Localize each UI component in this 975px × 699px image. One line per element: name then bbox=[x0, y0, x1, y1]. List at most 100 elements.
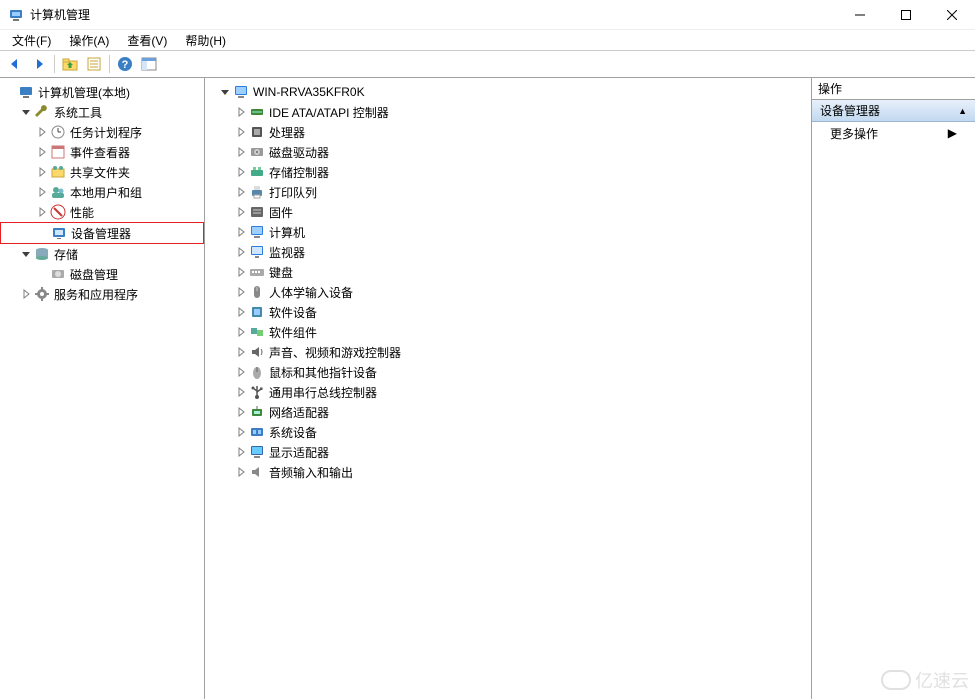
title-bar: 计算机管理 bbox=[0, 0, 975, 30]
tree-item-computer-mgmt[interactable]: 计算机管理(本地) bbox=[0, 82, 204, 102]
tree-item-audio-io[interactable]: 音频输入和输出 bbox=[205, 462, 811, 482]
chevron-right-icon[interactable] bbox=[233, 464, 249, 480]
tree-item-network[interactable]: 网络适配器 bbox=[205, 402, 811, 422]
tree-item-storage-ctl[interactable]: 存储控制器 bbox=[205, 162, 811, 182]
chevron-right-icon[interactable] bbox=[233, 124, 249, 140]
chevron-right-icon[interactable] bbox=[233, 144, 249, 160]
tree-item-label: 本地用户和组 bbox=[70, 184, 148, 201]
actions-section[interactable]: 设备管理器 ▲ bbox=[812, 100, 975, 122]
chevron-right-icon[interactable] bbox=[233, 304, 249, 320]
services-icon bbox=[34, 286, 50, 302]
tree-item-cpu[interactable]: 处理器 bbox=[205, 122, 811, 142]
nav-tree[interactable]: 计算机管理(本地) 系统工具任务计划程序事件查看器共享文件夹本地用户和组性能设备管… bbox=[0, 78, 205, 699]
menu-action[interactable]: 操作(A) bbox=[61, 30, 117, 51]
chevron-right-icon[interactable] bbox=[233, 344, 249, 360]
chevron-right-icon[interactable] bbox=[233, 104, 249, 120]
chevron-right-icon[interactable] bbox=[18, 286, 34, 302]
usb-icon bbox=[249, 384, 265, 400]
tree-item-perf[interactable]: 性能 bbox=[0, 202, 204, 222]
tree-item-hid[interactable]: 人体学输入设备 bbox=[205, 282, 811, 302]
close-button[interactable] bbox=[929, 0, 975, 30]
maximize-button[interactable] bbox=[883, 0, 929, 30]
chevron-right-icon[interactable] bbox=[233, 244, 249, 260]
chevron-right-icon[interactable] bbox=[34, 204, 50, 220]
device-icon bbox=[51, 225, 67, 241]
tree-item-storage[interactable]: 存储 bbox=[0, 244, 204, 264]
network-icon bbox=[249, 404, 265, 420]
tree-item-sw-comp[interactable]: 软件组件 bbox=[205, 322, 811, 342]
minimize-button[interactable] bbox=[837, 0, 883, 30]
window-title: 计算机管理 bbox=[30, 6, 837, 23]
show-pane-button[interactable] bbox=[138, 53, 160, 75]
clock-icon bbox=[50, 124, 66, 140]
more-actions[interactable]: 更多操作 ▶ bbox=[812, 122, 975, 144]
event-icon bbox=[50, 144, 66, 160]
tree-item-label: 磁盘驱动器 bbox=[269, 144, 335, 161]
chevron-right-icon[interactable] bbox=[233, 224, 249, 240]
tree-item-device[interactable]: 设备管理器 bbox=[0, 222, 204, 244]
tree-item-label: 软件设备 bbox=[269, 304, 323, 321]
hid-icon bbox=[249, 284, 265, 300]
tree-item-usb[interactable]: 通用串行总线控制器 bbox=[205, 382, 811, 402]
chevron-right-icon[interactable] bbox=[34, 124, 50, 140]
svg-text:?: ? bbox=[122, 59, 129, 71]
chevron-right-icon[interactable] bbox=[233, 184, 249, 200]
tree-item-display[interactable]: 显示适配器 bbox=[205, 442, 811, 462]
menu-view[interactable]: 查看(V) bbox=[119, 30, 175, 51]
chevron-right-icon[interactable] bbox=[34, 144, 50, 160]
chevron-right-icon[interactable] bbox=[233, 444, 249, 460]
tree-item-system[interactable]: 系统设备 bbox=[205, 422, 811, 442]
tree-item-label: 系统工具 bbox=[54, 104, 108, 121]
up-folder-button[interactable] bbox=[59, 53, 81, 75]
tree-item-share[interactable]: 共享文件夹 bbox=[0, 162, 204, 182]
tree-item-ide[interactable]: IDE ATA/ATAPI 控制器 bbox=[205, 102, 811, 122]
chevron-right-icon[interactable] bbox=[233, 284, 249, 300]
tree-item-pc[interactable]: WIN-RRVA35KFR0K bbox=[205, 82, 811, 102]
tree-item-event[interactable]: 事件查看器 bbox=[0, 142, 204, 162]
menu-help[interactable]: 帮助(H) bbox=[177, 30, 234, 51]
actions-section-label: 设备管理器 bbox=[820, 102, 880, 119]
tree-item-label: 音频输入和输出 bbox=[269, 464, 359, 481]
tree-item-sw-device[interactable]: 软件设备 bbox=[205, 302, 811, 322]
tree-item-wrench[interactable]: 系统工具 bbox=[0, 102, 204, 122]
tree-item-audio-ctl[interactable]: 声音、视频和游戏控制器 bbox=[205, 342, 811, 362]
tree-item-printer[interactable]: 打印队列 bbox=[205, 182, 811, 202]
tree-item-monitor[interactable]: 监视器 bbox=[205, 242, 811, 262]
chevron-down-icon[interactable] bbox=[18, 104, 34, 120]
device-tree[interactable]: WIN-RRVA35KFR0K IDE ATA/ATAPI 控制器处理器磁盘驱动器… bbox=[205, 78, 812, 699]
chevron-right-icon[interactable] bbox=[34, 184, 50, 200]
chevron-right-icon[interactable] bbox=[233, 404, 249, 420]
tree-item-users[interactable]: 本地用户和组 bbox=[0, 182, 204, 202]
chevron-right-icon[interactable] bbox=[34, 164, 50, 180]
chevron-down-icon[interactable] bbox=[18, 246, 34, 262]
chevron-right-icon[interactable] bbox=[233, 384, 249, 400]
app-icon bbox=[8, 7, 24, 23]
tree-item-disk[interactable]: 磁盘管理 bbox=[0, 264, 204, 284]
tree-item-pc[interactable]: 计算机 bbox=[205, 222, 811, 242]
tree-item-clock[interactable]: 任务计划程序 bbox=[0, 122, 204, 142]
toolbar: ? bbox=[0, 50, 975, 78]
chevron-right-icon[interactable] bbox=[233, 424, 249, 440]
chevron-right-icon[interactable] bbox=[233, 264, 249, 280]
forward-button[interactable] bbox=[28, 53, 50, 75]
system-icon bbox=[249, 424, 265, 440]
tree-item-services[interactable]: 服务和应用程序 bbox=[0, 284, 204, 304]
tree-item-label: WIN-RRVA35KFR0K bbox=[253, 85, 371, 99]
menu-file[interactable]: 文件(F) bbox=[4, 30, 59, 51]
tree-item-label: 显示适配器 bbox=[269, 444, 335, 461]
tree-item-hdd[interactable]: 磁盘驱动器 bbox=[205, 142, 811, 162]
more-actions-label: 更多操作 bbox=[830, 125, 878, 142]
chevron-right-icon[interactable] bbox=[233, 324, 249, 340]
display-icon bbox=[249, 444, 265, 460]
chevron-right-icon[interactable] bbox=[233, 164, 249, 180]
tree-item-firmware[interactable]: 固件 bbox=[205, 202, 811, 222]
tree-item-keyboard[interactable]: 键盘 bbox=[205, 262, 811, 282]
tree-item-mouse[interactable]: 鼠标和其他指针设备 bbox=[205, 362, 811, 382]
help-button[interactable]: ? bbox=[114, 53, 136, 75]
back-button[interactable] bbox=[4, 53, 26, 75]
tree-item-label: 通用串行总线控制器 bbox=[269, 384, 383, 401]
chevron-down-icon[interactable] bbox=[217, 84, 233, 100]
chevron-right-icon[interactable] bbox=[233, 204, 249, 220]
properties-button[interactable] bbox=[83, 53, 105, 75]
chevron-right-icon[interactable] bbox=[233, 364, 249, 380]
